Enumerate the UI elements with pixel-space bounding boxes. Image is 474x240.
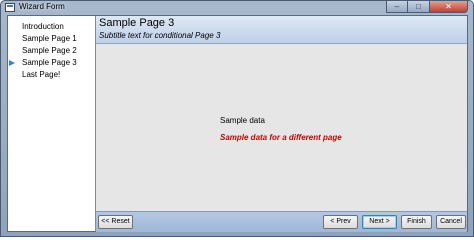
step-item-sample-page-3[interactable]: Sample Page 3: [8, 57, 94, 69]
wizard-window: Wizard Form – □ ✕ Introduction Sample Pa…: [0, 0, 474, 237]
close-button[interactable]: ✕: [430, 1, 468, 13]
title-bar[interactable]: Wizard Form – □ ✕: [1, 1, 473, 15]
button-bar: << Reset < Prev Next > Finish Cancel: [96, 211, 467, 232]
page-content: Sample data Sample data for a different …: [96, 44, 467, 215]
page-panel: Sample Page 3 Subtitle text for conditio…: [95, 16, 467, 232]
next-button[interactable]: Next >: [362, 215, 397, 229]
client-area: Introduction Sample Page 1 Sample Page 2…: [7, 15, 468, 232]
step-label: Sample Page 3: [22, 58, 77, 67]
step-item-introduction[interactable]: Introduction: [8, 21, 94, 33]
page-header: Sample Page 3 Subtitle text for conditio…: [96, 16, 467, 44]
sample-data-alt-text: Sample data for a different page: [220, 133, 342, 142]
page-subtitle: Subtitle text for conditional Page 3: [99, 31, 221, 40]
step-label: Sample Page 1: [22, 34, 77, 43]
step-label: Sample Page 2: [22, 46, 77, 55]
window-title: Wizard Form: [19, 2, 65, 11]
maximize-button[interactable]: □: [408, 1, 430, 13]
step-label: Introduction: [22, 22, 64, 31]
sample-data-text: Sample data: [220, 116, 265, 125]
finish-button[interactable]: Finish: [401, 215, 432, 229]
step-label: Last Page!: [22, 70, 61, 79]
prev-button[interactable]: < Prev: [323, 215, 358, 229]
triangle-right-icon: [9, 60, 15, 66]
maximize-icon: □: [416, 2, 421, 11]
caption-buttons: – □ ✕: [386, 1, 468, 13]
page-title: Sample Page 3: [99, 17, 175, 29]
reset-button[interactable]: << Reset: [98, 215, 133, 229]
step-item-sample-page-2[interactable]: Sample Page 2: [8, 45, 94, 57]
step-list: Introduction Sample Page 1 Sample Page 2…: [8, 16, 94, 231]
step-item-last-page[interactable]: Last Page!: [8, 69, 94, 81]
minimize-icon: –: [394, 2, 400, 11]
minimize-button[interactable]: –: [386, 1, 408, 13]
window-icon: [5, 3, 15, 12]
step-item-sample-page-1[interactable]: Sample Page 1: [8, 33, 94, 45]
cancel-button[interactable]: Cancel: [436, 215, 466, 229]
close-icon: ✕: [445, 2, 452, 11]
